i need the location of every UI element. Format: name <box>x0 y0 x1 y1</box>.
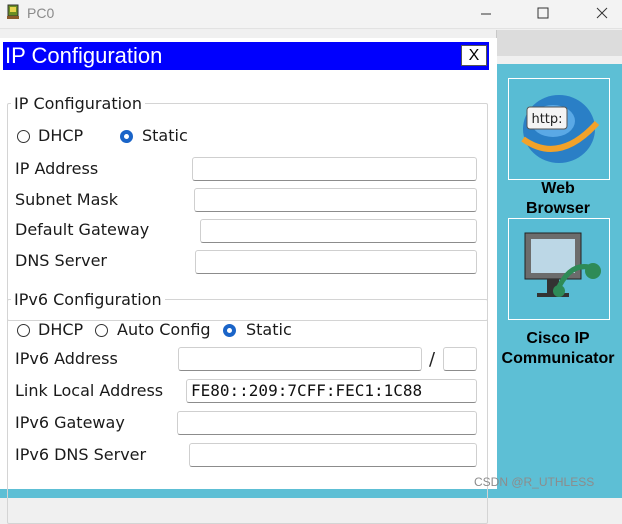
link-local-address-input[interactable]: FE80::209:7CFF:FEC1:1C88 <box>186 379 477 403</box>
window-title: PC0 <box>27 5 55 21</box>
subnet-mask-label: Subnet Mask <box>15 190 119 209</box>
cisco-ip-communicator-tile[interactable] <box>508 218 610 320</box>
dialog-close-button[interactable]: X <box>461 45 487 66</box>
ipv6-static-radio[interactable] <box>223 324 236 337</box>
default-gateway-label: Default Gateway <box>15 220 150 239</box>
ipv6-auto-config-label: Auto Config <box>117 320 211 339</box>
ipv4-static-label: Static <box>142 126 188 145</box>
ipv6-dns-server-label: IPv6 DNS Server <box>15 445 147 464</box>
ip-configuration-dialog: IP Configuration X IP Configuration DHCP… <box>0 38 497 524</box>
web-browser-icon: http: <box>521 95 600 163</box>
ipv4-legend: IP Configuration <box>14 94 142 113</box>
dialog-header: IP Configuration X <box>3 42 489 70</box>
subnet-mask-input[interactable] <box>194 188 477 212</box>
ip-address-label: IP Address <box>15 159 99 178</box>
ipv6-legend: IPv6 Configuration <box>14 290 162 309</box>
prefix-separator: / <box>429 349 436 370</box>
ipv6-static-label: Static <box>246 320 292 339</box>
ipv6-dhcp-radio[interactable] <box>17 324 30 337</box>
ipv6-dhcp-label: DHCP <box>38 320 84 339</box>
link-local-address-label: Link Local Address <box>15 381 164 400</box>
ipv6-auto-config-radio[interactable] <box>95 324 108 337</box>
dialog-title: IP Configuration <box>5 43 163 68</box>
window-titlebar: PC0 <box>0 0 622 28</box>
ipv6-gateway-label: IPv6 Gateway <box>15 413 125 432</box>
ip-address-input[interactable] <box>192 157 477 181</box>
ipv4-static-radio[interactable] <box>120 130 133 143</box>
minimize-icon[interactable] <box>466 2 506 24</box>
close-icon[interactable] <box>582 2 622 24</box>
ipv6-dns-server-input[interactable] <box>189 443 477 467</box>
dns-server-label: DNS Server <box>15 251 107 270</box>
cisco-ip-communicator-icon <box>524 232 601 297</box>
web-browser-label: Web Browser <box>525 180 591 215</box>
ipv6-address-label: IPv6 Address <box>15 349 118 368</box>
svg-text:http:: http: <box>531 112 562 127</box>
dns-server-input[interactable] <box>195 250 477 274</box>
maximize-icon[interactable] <box>523 2 563 24</box>
ipv6-gateway-input[interactable] <box>177 411 477 435</box>
packet-tracer-pc-icon <box>7 4 19 19</box>
ipv4-dhcp-radio[interactable] <box>17 130 30 143</box>
default-gateway-input[interactable] <box>200 219 477 243</box>
ipv6-address-input[interactable] <box>178 347 422 371</box>
ipv6-prefix-length-input[interactable] <box>443 347 477 371</box>
ipv4-dhcp-label: DHCP <box>38 126 84 145</box>
watermark: CSDN @R_UTHLESS <box>474 475 595 489</box>
web-browser-tile[interactable]: http: <box>508 78 610 180</box>
desktop-tab[interactable] <box>496 30 622 56</box>
cisco-ip-communicator-label: Cisco IP Communicator <box>501 330 615 367</box>
